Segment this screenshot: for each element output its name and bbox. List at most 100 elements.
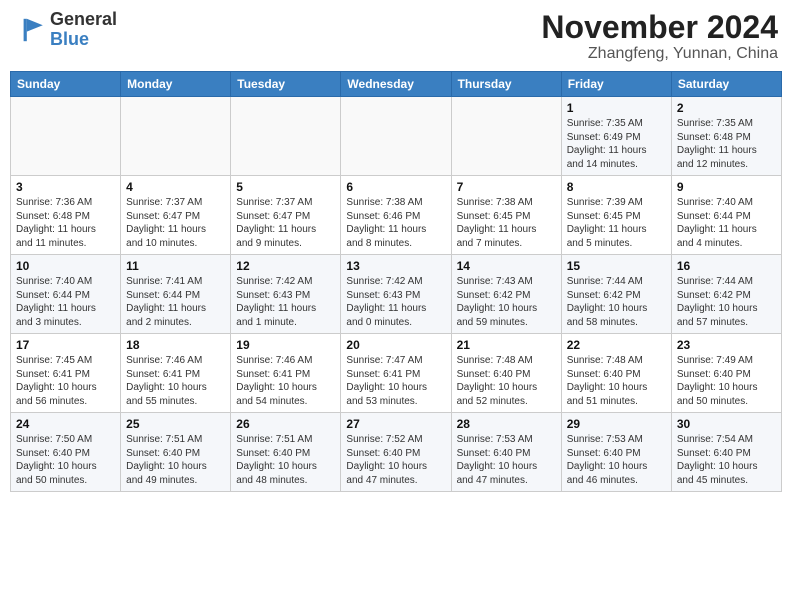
calendar-cell: 21 Sunrise: 7:48 AM Sunset: 6:40 PM Dayli… (451, 334, 561, 413)
day-number: 1 (567, 101, 666, 115)
day-number: 28 (457, 417, 556, 431)
calendar-cell (341, 97, 451, 176)
day-detail: Sunrise: 7:40 AM Sunset: 6:44 PM Dayligh… (677, 196, 776, 250)
calendar-cell: 27 Sunrise: 7:52 AM Sunset: 6:40 PM Dayli… (341, 413, 451, 492)
day-detail: Sunrise: 7:54 AM Sunset: 6:40 PM Dayligh… (677, 433, 776, 487)
logo-general: General (50, 10, 117, 30)
day-number: 26 (236, 417, 335, 431)
calendar-cell: 1 Sunrise: 7:35 AM Sunset: 6:49 PM Daylig… (561, 97, 671, 176)
day-number: 18 (126, 338, 225, 352)
calendar-table: SundayMondayTuesdayWednesdayThursdayFrid… (10, 71, 782, 492)
day-header-wednesday: Wednesday (341, 72, 451, 97)
calendar-week-row: 3Sunrise: 7:36 AM Sunset: 6:48 PM Daylig… (11, 176, 782, 255)
day-number: 16 (677, 259, 776, 273)
calendar-cell: 30 Sunrise: 7:54 AM Sunset: 6:40 PM Dayli… (671, 413, 781, 492)
day-number: 13 (346, 259, 445, 273)
calendar-cell: 22Sunrise: 7:48 AM Sunset: 6:40 PM Dayli… (561, 334, 671, 413)
logo-icon (14, 14, 46, 46)
page-header: General Blue November 2024 Zhangfeng, Yu… (10, 10, 782, 63)
day-number: 9 (677, 180, 776, 194)
day-number: 17 (16, 338, 115, 352)
day-detail: Sunrise: 7:37 AM Sunset: 6:47 PM Dayligh… (236, 196, 335, 250)
day-number: 30 (677, 417, 776, 431)
calendar-cell: 12Sunrise: 7:42 AM Sunset: 6:43 PM Dayli… (231, 255, 341, 334)
calendar-cell: 8 Sunrise: 7:39 AM Sunset: 6:45 PM Daylig… (561, 176, 671, 255)
calendar-week-row: 17 Sunrise: 7:45 AM Sunset: 6:41 PM Dayli… (11, 334, 782, 413)
logo: General Blue (14, 10, 117, 50)
day-number: 27 (346, 417, 445, 431)
day-detail: Sunrise: 7:35 AM Sunset: 6:49 PM Dayligh… (567, 117, 666, 171)
calendar-cell: 20Sunrise: 7:47 AM Sunset: 6:41 PM Dayli… (341, 334, 451, 413)
calendar-cell: 10 Sunrise: 7:40 AM Sunset: 6:44 PM Dayli… (11, 255, 121, 334)
calendar-cell: 26 Sunrise: 7:51 AM Sunset: 6:40 PM Dayli… (231, 413, 341, 492)
day-detail: Sunrise: 7:37 AM Sunset: 6:47 PM Dayligh… (126, 196, 225, 250)
day-number: 3 (16, 180, 115, 194)
calendar-week-row: 24 Sunrise: 7:50 AM Sunset: 6:40 PM Dayli… (11, 413, 782, 492)
day-number: 12 (236, 259, 335, 273)
month-title: November 2024 (541, 10, 778, 45)
day-detail: Sunrise: 7:38 AM Sunset: 6:45 PM Dayligh… (457, 196, 556, 250)
calendar-cell: 18 Sunrise: 7:46 AM Sunset: 6:41 PM Dayli… (121, 334, 231, 413)
day-detail: Sunrise: 7:44 AM Sunset: 6:42 PM Dayligh… (677, 275, 776, 329)
day-detail: Sunrise: 7:44 AM Sunset: 6:42 PM Dayligh… (567, 275, 666, 329)
day-number: 19 (236, 338, 335, 352)
calendar-cell: 11 Sunrise: 7:41 AM Sunset: 6:44 PM Dayli… (121, 255, 231, 334)
day-detail: Sunrise: 7:51 AM Sunset: 6:40 PM Dayligh… (126, 433, 225, 487)
day-number: 23 (677, 338, 776, 352)
day-number: 4 (126, 180, 225, 194)
calendar-cell (451, 97, 561, 176)
day-detail: Sunrise: 7:48 AM Sunset: 6:40 PM Dayligh… (457, 354, 556, 408)
day-detail: Sunrise: 7:53 AM Sunset: 6:40 PM Dayligh… (567, 433, 666, 487)
day-detail: Sunrise: 7:50 AM Sunset: 6:40 PM Dayligh… (16, 433, 115, 487)
day-number: 25 (126, 417, 225, 431)
day-number: 8 (567, 180, 666, 194)
calendar-cell: 3Sunrise: 7:36 AM Sunset: 6:48 PM Daylig… (11, 176, 121, 255)
day-number: 24 (16, 417, 115, 431)
day-number: 21 (457, 338, 556, 352)
day-detail: Sunrise: 7:46 AM Sunset: 6:41 PM Dayligh… (126, 354, 225, 408)
calendar-cell: 14Sunrise: 7:43 AM Sunset: 6:42 PM Dayli… (451, 255, 561, 334)
calendar-cell: 19 Sunrise: 7:46 AM Sunset: 6:41 PM Dayli… (231, 334, 341, 413)
day-number: 10 (16, 259, 115, 273)
day-number: 5 (236, 180, 335, 194)
calendar-cell (121, 97, 231, 176)
day-number: 2 (677, 101, 776, 115)
calendar-week-row: 10 Sunrise: 7:40 AM Sunset: 6:44 PM Dayli… (11, 255, 782, 334)
day-detail: Sunrise: 7:48 AM Sunset: 6:40 PM Dayligh… (567, 354, 666, 408)
location: Zhangfeng, Yunnan, China (541, 45, 778, 63)
day-detail: Sunrise: 7:35 AM Sunset: 6:48 PM Dayligh… (677, 117, 776, 171)
day-number: 14 (457, 259, 556, 273)
day-detail: Sunrise: 7:53 AM Sunset: 6:40 PM Dayligh… (457, 433, 556, 487)
day-number: 15 (567, 259, 666, 273)
day-detail: Sunrise: 7:39 AM Sunset: 6:45 PM Dayligh… (567, 196, 666, 250)
calendar-cell: 13 Sunrise: 7:42 AM Sunset: 6:43 PM Dayli… (341, 255, 451, 334)
day-detail: Sunrise: 7:41 AM Sunset: 6:44 PM Dayligh… (126, 275, 225, 329)
day-detail: Sunrise: 7:38 AM Sunset: 6:46 PM Dayligh… (346, 196, 445, 250)
day-header-monday: Monday (121, 72, 231, 97)
day-header-sunday: Sunday (11, 72, 121, 97)
calendar-cell: 5 Sunrise: 7:37 AM Sunset: 6:47 PM Daylig… (231, 176, 341, 255)
day-header-thursday: Thursday (451, 72, 561, 97)
day-number: 11 (126, 259, 225, 273)
calendar-cell: 24 Sunrise: 7:50 AM Sunset: 6:40 PM Dayli… (11, 413, 121, 492)
calendar-cell: 7Sunrise: 7:38 AM Sunset: 6:45 PM Daylig… (451, 176, 561, 255)
day-detail: Sunrise: 7:45 AM Sunset: 6:41 PM Dayligh… (16, 354, 115, 408)
calendar-cell: 2 Sunrise: 7:35 AM Sunset: 6:48 PM Daylig… (671, 97, 781, 176)
calendar-cell: 25 Sunrise: 7:51 AM Sunset: 6:40 PM Dayli… (121, 413, 231, 492)
calendar-cell: 15 Sunrise: 7:44 AM Sunset: 6:42 PM Dayli… (561, 255, 671, 334)
day-number: 6 (346, 180, 445, 194)
calendar-cell: 9 Sunrise: 7:40 AM Sunset: 6:44 PM Daylig… (671, 176, 781, 255)
day-detail: Sunrise: 7:40 AM Sunset: 6:44 PM Dayligh… (16, 275, 115, 329)
day-detail: Sunrise: 7:46 AM Sunset: 6:41 PM Dayligh… (236, 354, 335, 408)
day-detail: Sunrise: 7:47 AM Sunset: 6:41 PM Dayligh… (346, 354, 445, 408)
calendar-week-row: 1 Sunrise: 7:35 AM Sunset: 6:49 PM Daylig… (11, 97, 782, 176)
day-detail: Sunrise: 7:42 AM Sunset: 6:43 PM Dayligh… (346, 275, 445, 329)
calendar-cell: 16 Sunrise: 7:44 AM Sunset: 6:42 PM Dayli… (671, 255, 781, 334)
logo-blue: Blue (50, 30, 117, 50)
calendar-cell (231, 97, 341, 176)
calendar-cell: 29Sunrise: 7:53 AM Sunset: 6:40 PM Dayli… (561, 413, 671, 492)
day-detail: Sunrise: 7:51 AM Sunset: 6:40 PM Dayligh… (236, 433, 335, 487)
calendar-cell: 28 Sunrise: 7:53 AM Sunset: 6:40 PM Dayli… (451, 413, 561, 492)
calendar-cell: 4 Sunrise: 7:37 AM Sunset: 6:47 PM Daylig… (121, 176, 231, 255)
day-detail: Sunrise: 7:52 AM Sunset: 6:40 PM Dayligh… (346, 433, 445, 487)
